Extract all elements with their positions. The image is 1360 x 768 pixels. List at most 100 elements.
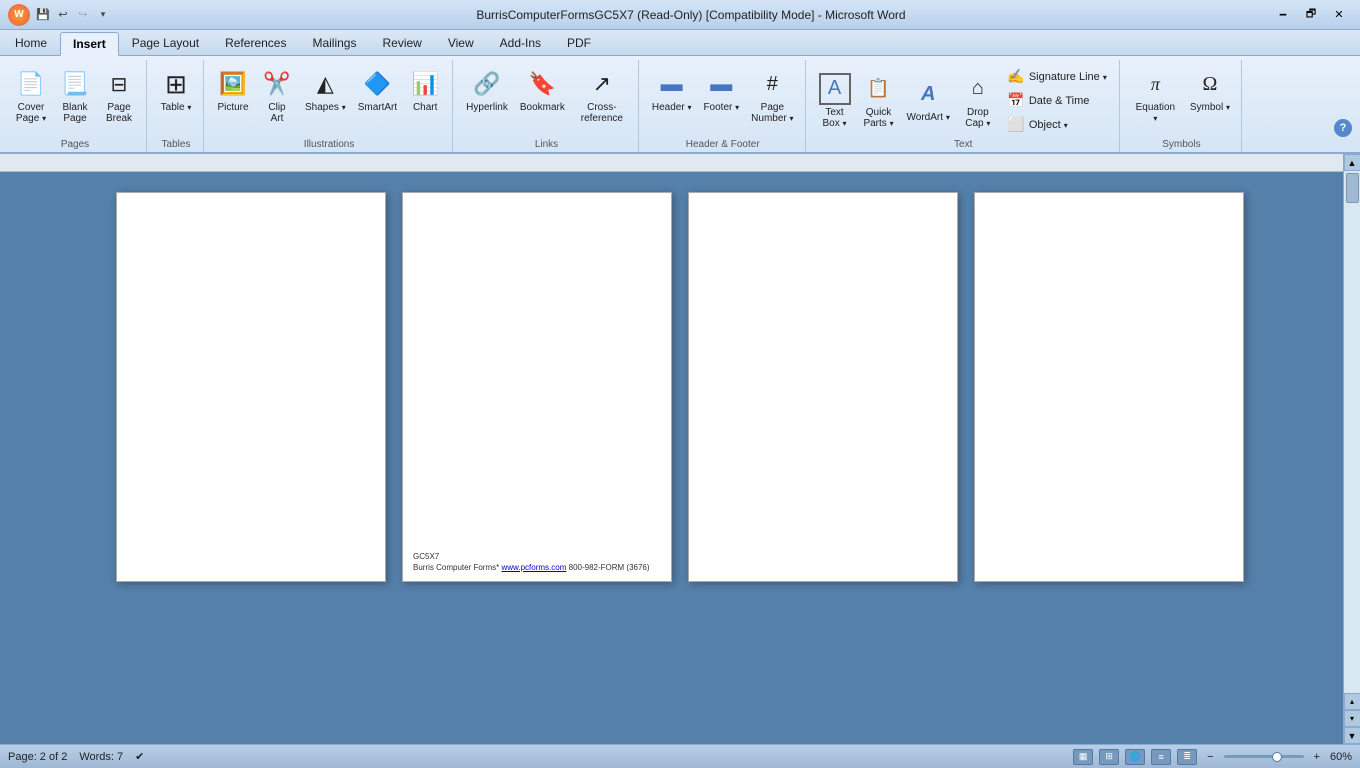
minimize-button[interactable]: 🗕: [1270, 5, 1296, 25]
symbol-button[interactable]: Ω Symbol ▾: [1185, 64, 1235, 117]
page-break-button[interactable]: ⊟ PageBreak: [98, 64, 140, 128]
scroll-page-up-button[interactable]: ▴: [1344, 693, 1360, 710]
cover-page-button[interactable]: 📄 CoverPage ▾: [10, 64, 52, 128]
pages-group-label: Pages: [10, 137, 140, 152]
tab-add-ins[interactable]: Add-Ins: [487, 31, 554, 55]
drop-cap-button[interactable]: ⌂ DropCap ▾: [957, 69, 999, 133]
date-time-icon: 📅: [1007, 92, 1025, 109]
outline-view-button[interactable]: ≡: [1151, 749, 1171, 765]
titlebar: W 💾 ↩ ↪ ▾ BurrisComputerFormsGC5X7 (Read…: [0, 0, 1360, 30]
page-break-icon: ⊟: [103, 68, 135, 100]
chart-button[interactable]: 📊 Chart: [404, 64, 446, 117]
smartart-button[interactable]: 🔷 SmartArt: [353, 64, 402, 117]
symbol-icon: Ω: [1194, 68, 1226, 100]
table-button[interactable]: ⊞ Table ▾: [155, 64, 197, 117]
quick-parts-label: QuickParts ▾: [863, 107, 893, 129]
zoom-plus-button[interactable]: +: [1314, 751, 1320, 763]
tab-mailings[interactable]: Mailings: [299, 31, 369, 55]
undo-button[interactable]: ↩: [54, 6, 72, 24]
ribbon-group-tables: ⊞ Table ▾ Tables: [149, 60, 204, 152]
footer-icon: ▬: [705, 68, 737, 100]
restore-button[interactable]: 🗗: [1298, 5, 1324, 25]
ribbon-group-symbols: π Equation ▾ Ω Symbol ▾ Symbols: [1122, 60, 1242, 152]
blank-page-label: BlankPage: [62, 102, 87, 124]
shapes-button[interactable]: ◭ Shapes ▾: [300, 64, 351, 117]
clip-art-button[interactable]: ✂️ ClipArt: [256, 64, 298, 128]
web-layout-view-button[interactable]: 🌐: [1125, 749, 1145, 765]
office-logo[interactable]: W: [8, 4, 30, 26]
scroll-page-down-button[interactable]: ▾: [1344, 710, 1360, 727]
footer-button[interactable]: ▬ Footer ▾: [698, 64, 744, 117]
chart-label: Chart: [413, 102, 437, 113]
text-box-button[interactable]: A TextBox ▾: [814, 69, 856, 133]
scroll-up-button[interactable]: ▲: [1344, 154, 1360, 171]
ribbon: 📄 CoverPage ▾ 📃 BlankPage ⊟ PageBreak Pa…: [0, 56, 1360, 154]
shapes-label: Shapes ▾: [305, 102, 346, 113]
window-controls: 🗕 🗗 ✕: [1270, 5, 1352, 25]
links-buttons: 🔗 Hyperlink 🔖 Bookmark ↗ Cross-reference: [461, 60, 632, 137]
text-group-label: Text: [814, 137, 1113, 152]
symbols-group-label: Symbols: [1128, 137, 1235, 152]
tab-references[interactable]: References: [212, 31, 299, 55]
footer-code: GC5X7: [413, 551, 650, 562]
statusbar-left: Page: 2 of 2 Words: 7 ✔: [8, 750, 144, 763]
signature-line-button[interactable]: ✍ Signature Line ▾: [1001, 65, 1113, 88]
zoom-thumb[interactable]: [1272, 752, 1282, 762]
tab-pdf[interactable]: PDF: [554, 31, 604, 55]
blank-page-button[interactable]: 📃 BlankPage: [54, 64, 96, 128]
page-2: GC5X7 Burris Computer Forms* www.pcforms…: [402, 192, 672, 582]
text-box-label: TextBox ▾: [823, 107, 847, 129]
zoom-minus-button[interactable]: −: [1207, 751, 1213, 763]
header-footer-buttons: ▬ Header ▾ ▬ Footer ▾ # PageNumber ▾: [647, 60, 799, 137]
table-icon: ⊞: [160, 68, 192, 100]
equation-label: Equation ▾: [1133, 102, 1178, 124]
footer-url[interactable]: www.pcforms.com: [501, 563, 566, 572]
wordart-button[interactable]: A WordArt ▾: [902, 74, 955, 127]
statusbar-right: ▦ ⊞ 🌐 ≡ ≣ − + 60%: [1073, 749, 1352, 765]
tab-insert[interactable]: Insert: [60, 32, 119, 56]
save-button[interactable]: 💾: [34, 6, 52, 24]
full-screen-view-button[interactable]: ⊞: [1099, 749, 1119, 765]
ribbon-group-links: 🔗 Hyperlink 🔖 Bookmark ↗ Cross-reference…: [455, 60, 639, 152]
statusbar: Page: 2 of 2 Words: 7 ✔ ▦ ⊞ 🌐 ≡ ≣ − + 60…: [0, 744, 1360, 768]
page-number-label: PageNumber ▾: [751, 102, 793, 124]
help-button[interactable]: ?: [1334, 119, 1352, 137]
draft-view-button[interactable]: ≣: [1177, 749, 1197, 765]
page-number-button[interactable]: # PageNumber ▾: [746, 64, 798, 128]
ribbon-tabs: Home Insert Page Layout References Maili…: [0, 30, 1360, 56]
object-label: Object ▾: [1029, 119, 1068, 131]
symbols-buttons: π Equation ▾ Ω Symbol ▾: [1128, 60, 1235, 137]
header-button[interactable]: ▬ Header ▾: [647, 64, 697, 117]
scroll-track: [1344, 171, 1360, 693]
tab-home[interactable]: Home: [2, 31, 60, 55]
print-layout-view-button[interactable]: ▦: [1073, 749, 1093, 765]
hyperlink-button[interactable]: 🔗 Hyperlink: [461, 64, 513, 117]
bookmark-icon: 🔖: [526, 68, 558, 100]
scroll-thumb[interactable]: [1346, 173, 1359, 203]
bookmark-button[interactable]: 🔖 Bookmark: [515, 64, 570, 117]
close-button[interactable]: ✕: [1326, 5, 1352, 25]
hyperlink-icon: 🔗: [471, 68, 503, 100]
date-time-button[interactable]: 📅 Date & Time: [1001, 89, 1113, 112]
tab-view[interactable]: View: [435, 31, 487, 55]
zoom-slider[interactable]: [1224, 751, 1304, 763]
redo-button[interactable]: ↪: [74, 6, 92, 24]
symbol-label: Symbol ▾: [1190, 102, 1230, 113]
quick-access-toolbar: 💾 ↩ ↪ ▾: [34, 6, 112, 24]
picture-button[interactable]: 🖼️ Picture: [212, 64, 254, 117]
scroll-down-button[interactable]: ▼: [1344, 727, 1360, 744]
customize-quick-access-button[interactable]: ▾: [94, 6, 112, 24]
proofing-icon[interactable]: ✔: [135, 750, 144, 763]
zoom-level: 60%: [1330, 751, 1352, 763]
tab-review[interactable]: Review: [369, 31, 434, 55]
ruler: [0, 154, 1360, 172]
tab-page-layout[interactable]: Page Layout: [119, 31, 212, 55]
titlebar-left: W 💾 ↩ ↪ ▾: [8, 4, 112, 26]
object-button[interactable]: ⬜ Object ▾: [1001, 113, 1113, 136]
equation-button[interactable]: π Equation ▾: [1128, 64, 1183, 128]
picture-icon: 🖼️: [217, 68, 249, 100]
page-1: [116, 192, 386, 582]
quick-parts-button[interactable]: 📋 QuickParts ▾: [858, 69, 900, 133]
links-group-label: Links: [461, 137, 632, 152]
cross-reference-button[interactable]: ↗ Cross-reference: [572, 64, 632, 128]
